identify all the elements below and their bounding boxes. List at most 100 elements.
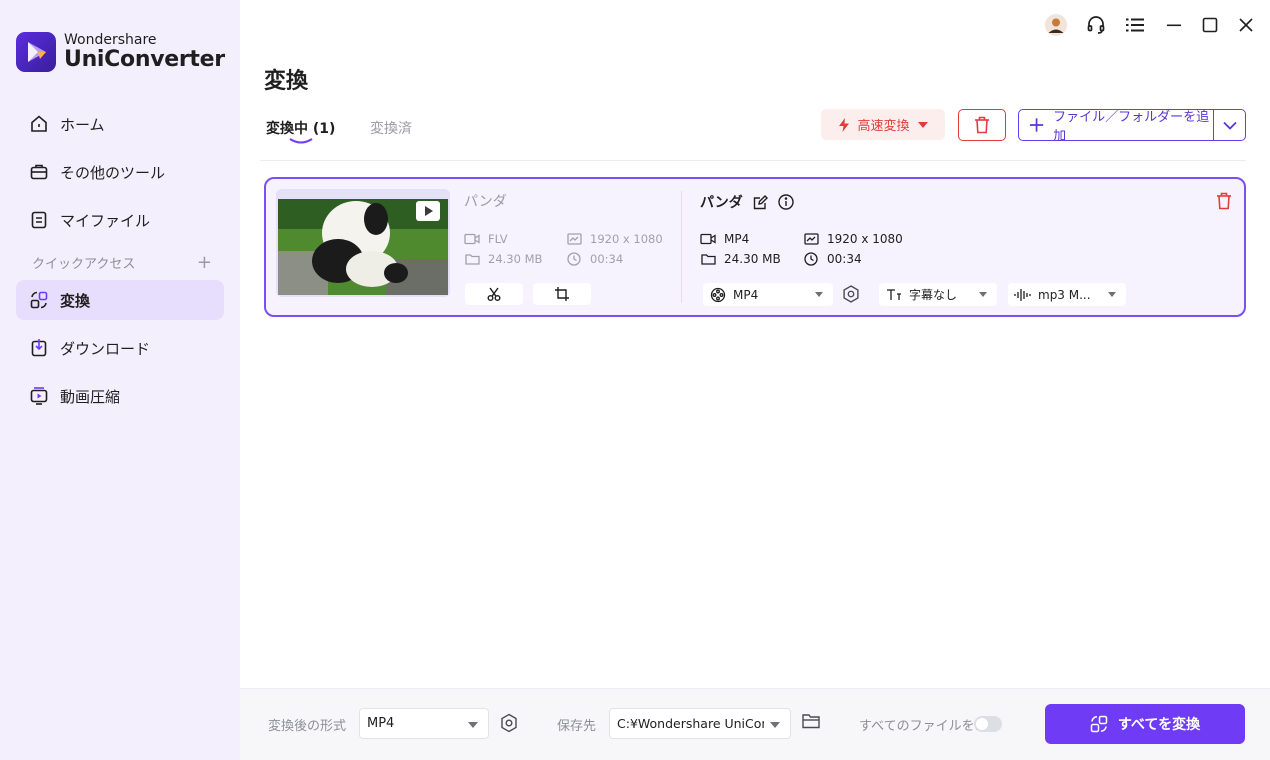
audio-track-select[interactable]: mp3 M... [1008,283,1126,306]
lightning-icon [839,117,850,132]
sidebar-item-home[interactable]: ホーム [16,104,224,144]
sidebar-item-label: 動画圧縮 [60,387,121,406]
quick-access-label: クイックアクセス [32,257,136,272]
add-files-button[interactable]: ファイル／フォルダーを追加 [1018,109,1246,144]
merge-files-toggle[interactable] [974,716,1002,732]
sidebar-item-label: ホーム [60,115,105,134]
sidebar: Wondershare UniConverter ホーム その他のツール マイフ… [0,0,240,760]
folder-icon [700,252,716,266]
tab-divider [260,160,1246,161]
film-reel-icon [709,286,727,304]
source-resolution: 1920 x 1080 [566,232,663,246]
page-title: 変換 [264,69,309,94]
source-file-name: パンダ [464,194,507,210]
uniconverter-logo-icon [16,32,56,72]
video-thumbnail[interactable] [276,189,450,297]
settings-gear-icon [501,713,517,733]
menu-icon[interactable] [1122,12,1148,38]
convert-icon [28,289,50,311]
trim-button[interactable] [465,283,523,305]
close-icon[interactable] [1233,12,1259,38]
output-file-name: パンダ [700,195,743,211]
trash-icon [1217,192,1231,210]
open-folder-button[interactable] [802,713,820,733]
output-format-label: 変換後の形式 [268,719,347,734]
output-duration: 00:34 [803,252,862,266]
convert-all-button[interactable]: すべてを変換 [1045,704,1245,744]
merge-files-label: すべてのファイルを... [859,719,987,734]
sidebar-item-label: マイファイル [60,211,151,230]
plus-icon [1029,118,1044,132]
active-tab-indicator [289,138,313,144]
clock-icon [566,252,582,266]
high-speed-conversion-button[interactable]: 高速変換 [821,109,945,140]
sidebar-item-my-files[interactable]: マイファイル [16,200,224,240]
output-name-row: パンダ [700,192,794,212]
bottom-bar: 変換後の形式 MP4 保存先 C:¥Wondershare UniConvert… [240,688,1270,760]
crop-button[interactable] [533,283,591,305]
audio-waveform-icon [1014,286,1032,304]
add-files-dropdown[interactable] [1214,110,1245,140]
folder-icon [464,252,480,266]
add-quick-access-icon[interactable]: + [197,252,212,273]
source-size: 24.30 MB [464,252,542,266]
toggle-knob [976,718,988,730]
convert-icon [1090,715,1108,733]
source-duration: 00:34 [566,252,623,266]
output-format: MP4 [700,232,749,246]
chevron-down-icon [979,292,987,297]
info-icon[interactable] [778,194,794,210]
chevron-down-icon [468,722,478,728]
convert-all-label: すべてを変換 [1117,717,1201,733]
global-settings-button[interactable] [500,713,518,737]
save-location-label: 保存先 [557,719,597,734]
resolution-icon [566,232,582,246]
sidebar-item-convert[interactable]: 変換 [16,280,224,320]
app-logo: Wondershare UniConverter [16,32,225,72]
file-icon [28,209,50,231]
tab-converted[interactable]: 変換済 [370,118,412,138]
resolution-icon [803,232,819,246]
high-speed-label: 高速変換 [857,119,910,134]
sidebar-item-tools[interactable]: その他のツール [16,152,224,192]
minimize-icon[interactable] [1161,12,1187,38]
sidebar-item-label: その他のツール [60,163,166,182]
chevron-down-icon [815,292,823,297]
output-size: 24.30 MB [700,252,781,266]
output-settings-button[interactable] [842,285,860,307]
chevron-down-icon [770,722,780,728]
maximize-icon[interactable] [1197,12,1223,38]
settings-gear-icon [843,285,859,303]
output-resolution: 1920 x 1080 [803,232,903,246]
source-format: FLV [464,232,508,246]
output-format-select[interactable]: MP4 [703,283,833,306]
edit-icon[interactable] [753,194,768,210]
toolbox-icon [28,161,50,183]
quick-access-header: クイックアクセス + [32,252,212,273]
text-subtitle-icon [885,286,903,304]
chevron-down-icon [1108,292,1116,297]
headset-icon[interactable] [1083,12,1109,38]
home-icon [28,113,50,135]
chevron-down-icon [1222,121,1237,130]
add-files-main[interactable]: ファイル／フォルダーを追加 [1019,110,1214,144]
subtitle-select[interactable]: 字幕なし [879,283,997,306]
remove-file-button[interactable] [1216,192,1232,214]
scissors-icon [487,287,501,301]
file-card[interactable]: パンダ FLV 24.30 MB 1920 x 1080 00:34 パンダ M… [264,177,1246,317]
user-avatar-icon[interactable] [1043,12,1069,38]
compress-icon [28,385,50,407]
crop-icon [555,287,569,301]
global-format-select[interactable]: MP4 [359,708,489,739]
save-location-select[interactable]: C:¥Wondershare UniConverter [609,708,791,739]
sidebar-item-download[interactable]: ダウンロード [16,328,224,368]
tab-converting[interactable]: 変換中 (1) [266,118,335,138]
sidebar-item-label: 変換 [60,291,91,310]
chevron-down-icon [917,121,928,128]
clock-icon [803,252,819,266]
sidebar-item-compress[interactable]: 動画圧縮 [16,376,224,416]
delete-all-button[interactable] [958,109,1006,141]
add-files-label: ファイル／フォルダーを追加 [1053,110,1210,144]
sidebar-item-label: ダウンロード [60,339,151,358]
brand-line2: UniConverter [64,47,225,72]
